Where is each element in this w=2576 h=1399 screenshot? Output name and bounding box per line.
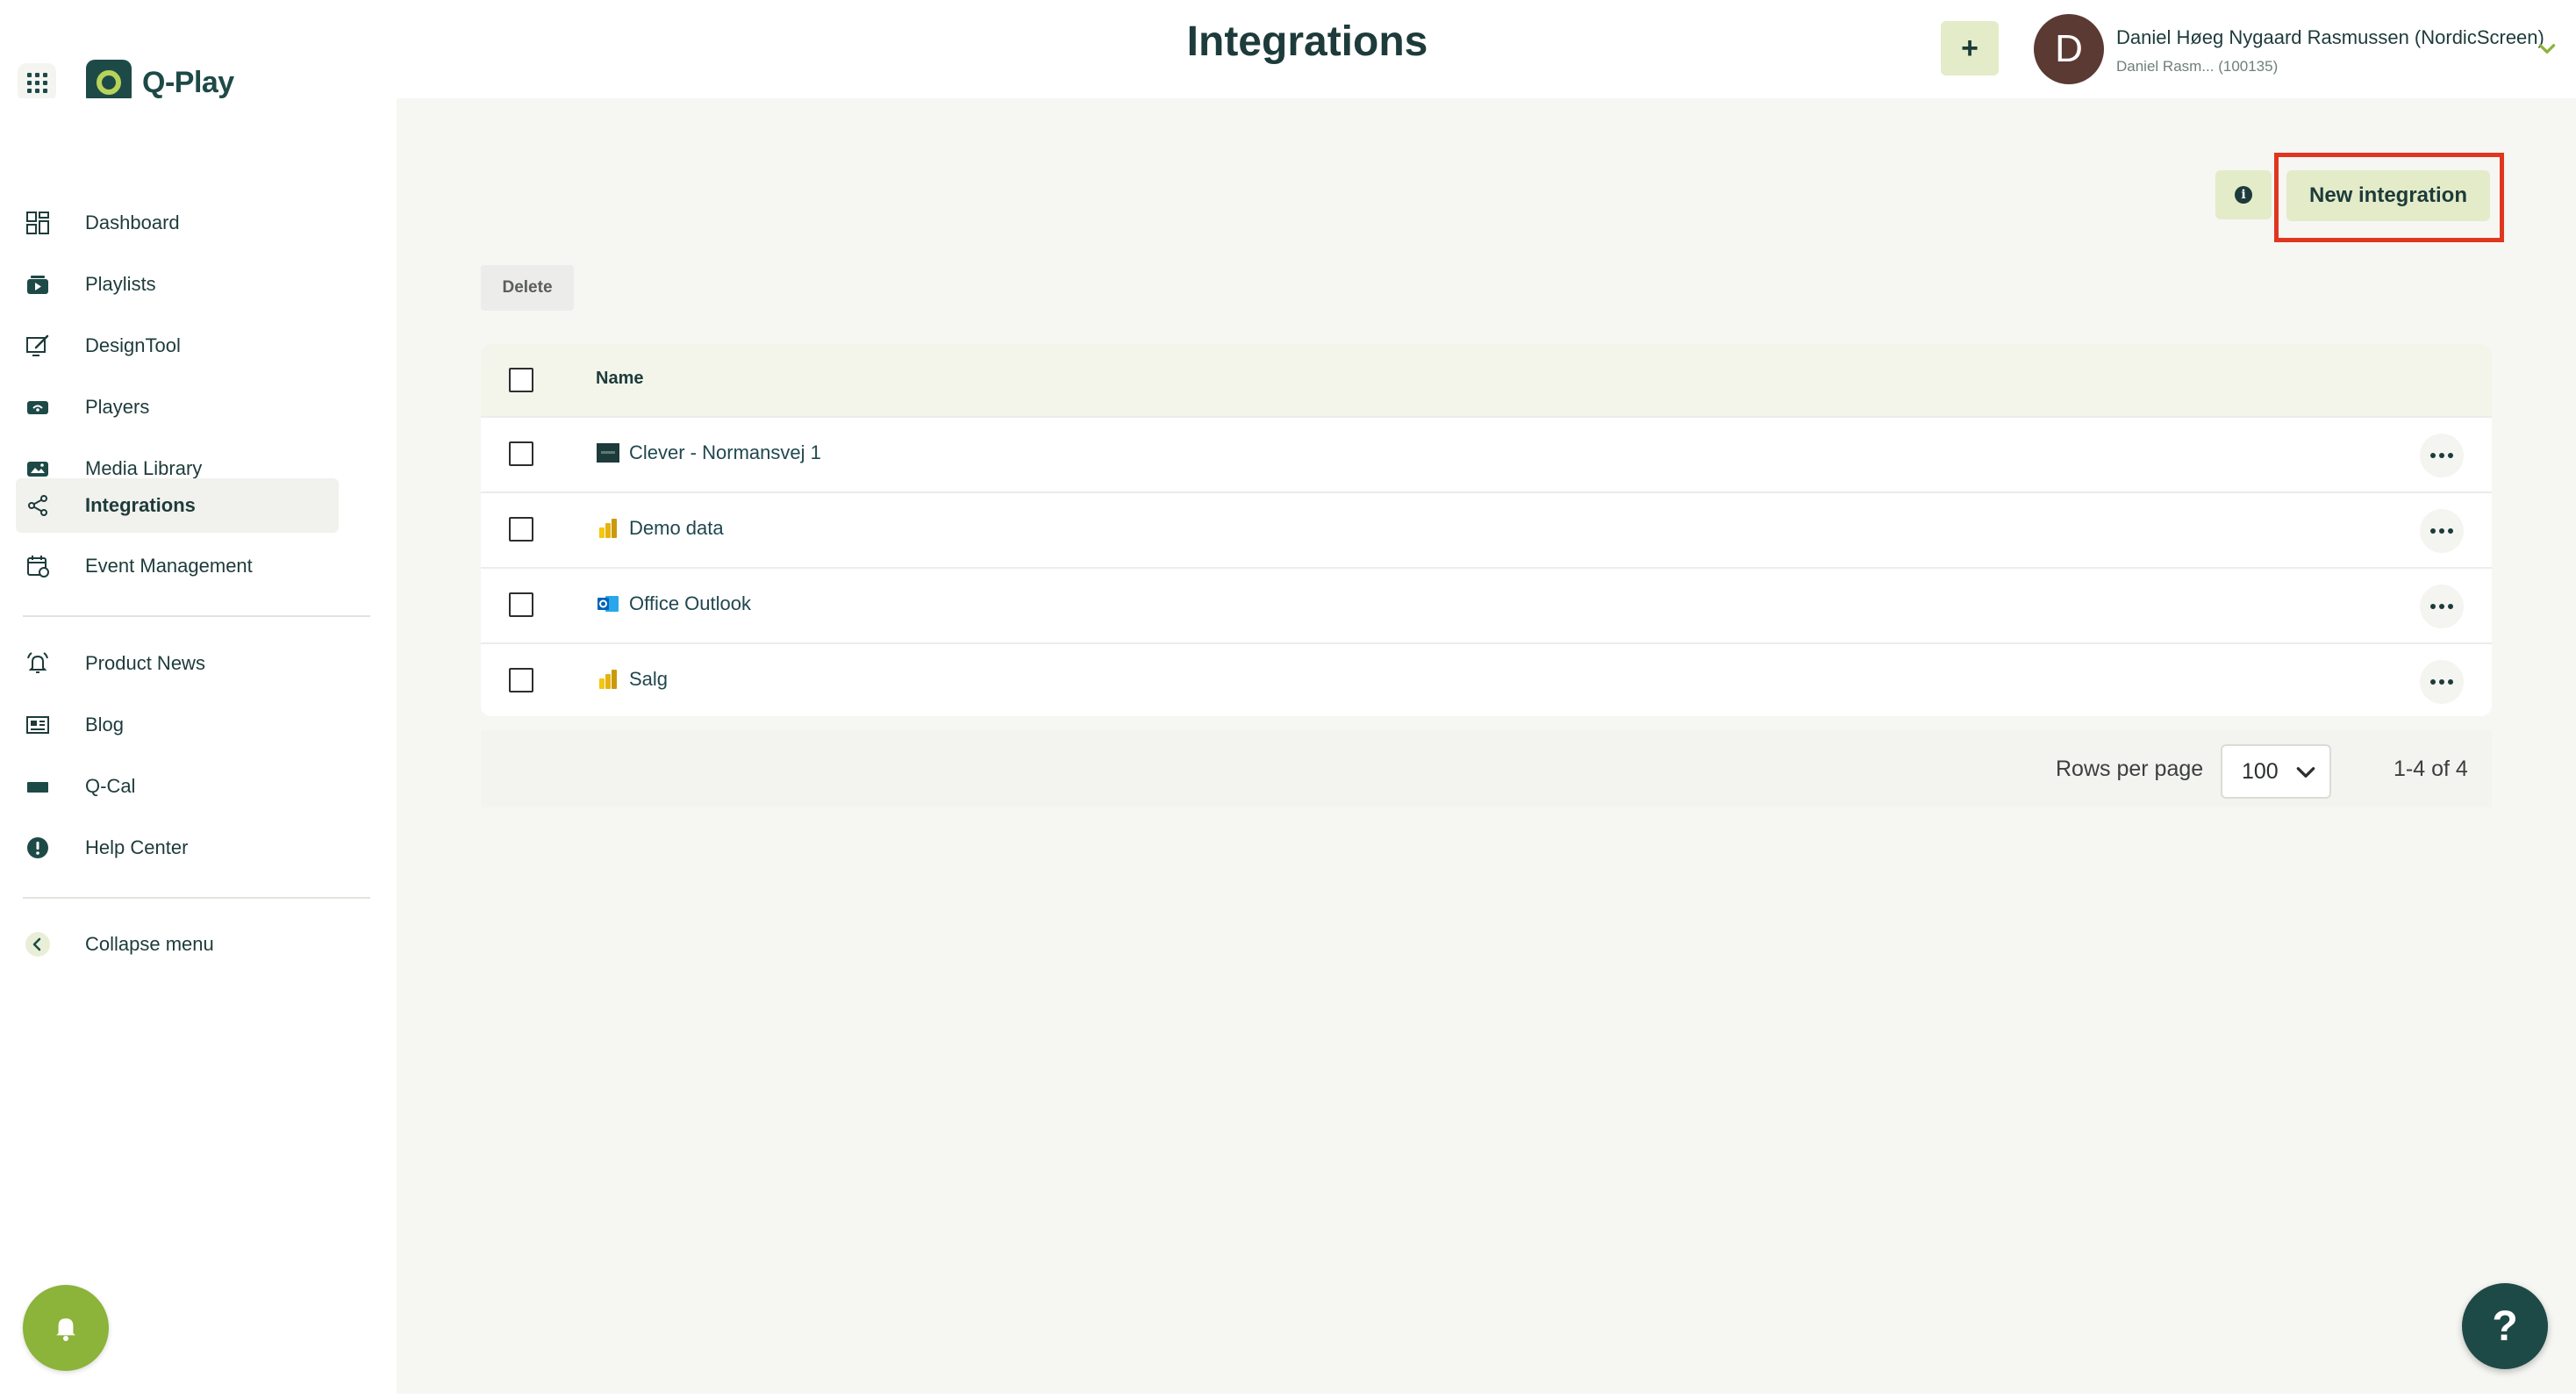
row-checkbox[interactable] (509, 592, 533, 617)
collapse-menu-button[interactable]: Collapse menu (16, 917, 339, 972)
outlook-icon (597, 596, 619, 612)
integrations-icon (28, 495, 47, 516)
sidebar-item-label: Product News (85, 652, 205, 674)
sidebar-item-blog[interactable]: Blog (16, 698, 339, 752)
more-options-icon[interactable] (2420, 585, 2464, 628)
sidebar-item-label: Media Library (85, 457, 203, 479)
row-checkbox[interactable] (509, 517, 533, 542)
more-options-icon[interactable] (2420, 660, 2464, 704)
info-button[interactable]: i (2215, 170, 2272, 219)
new-integration-button[interactable]: New integration (2286, 170, 2490, 221)
sidebar-item-event-management[interactable]: Event Management (16, 539, 339, 593)
sidebar-item-help-center[interactable]: Help Center (16, 821, 339, 875)
select-all-checkbox[interactable] (509, 368, 533, 392)
row-checkbox[interactable] (509, 668, 533, 692)
sidebar-item-label: Help Center (85, 836, 189, 858)
row-checkbox[interactable] (509, 441, 533, 466)
column-header-name[interactable]: Name (596, 369, 643, 389)
chevron-left-icon (25, 932, 50, 957)
table-row[interactable]: Clever - Normansvej 1 (481, 416, 2492, 491)
design-tool-icon (26, 334, 49, 356)
sidebar: Dashboard Playlists DesignTool Players M… (0, 98, 397, 1399)
sidebar-item-label: Playlists (85, 273, 156, 295)
delete-button[interactable]: Delete (481, 265, 574, 311)
sidebar-item-label: Event Management (85, 555, 253, 577)
row-name[interactable]: Office Outlook (629, 592, 751, 615)
sidebar-item-playlists[interactable]: Playlists (16, 257, 339, 312)
sidebar-divider (23, 615, 370, 617)
row-name[interactable]: Salg (629, 668, 668, 691)
playlist-icon (27, 276, 48, 294)
integrations-table: Name Clever - Normansvej 1 Demo data Off… (481, 344, 2492, 716)
clever-icon (597, 443, 619, 463)
add-button[interactable]: + (1941, 21, 1999, 75)
app-name: Q-Play (142, 65, 234, 99)
table-row[interactable]: Office Outlook (481, 567, 2492, 642)
rows-per-page-label: Rows per page (2056, 757, 2204, 781)
chevron-down-icon (2296, 767, 2315, 778)
sidebar-item-label: DesignTool (85, 334, 181, 356)
more-options-icon[interactable] (2420, 434, 2464, 477)
rows-per-page-select[interactable]: 100 (2221, 744, 2331, 799)
q-cal-icon (27, 782, 48, 793)
sidebar-item-label: Collapse menu (85, 933, 214, 955)
sidebar-item-product-news[interactable]: Product News (16, 636, 339, 691)
info-icon: i (2235, 186, 2252, 204)
table-row[interactable]: Salg (481, 642, 2492, 716)
sidebar-item-players[interactable]: Players (16, 380, 339, 434)
user-account: Daniel Rasm... (100135) (2116, 58, 2279, 75)
rows-per-page-value: 100 (2242, 759, 2279, 784)
grid-icon (26, 72, 47, 93)
chevron-down-icon[interactable] (2536, 37, 2558, 60)
newspaper-icon (26, 716, 49, 734)
player-icon (27, 401, 48, 414)
sidebar-item-label: Blog (85, 714, 125, 735)
dashboard-icon (26, 212, 49, 234)
bell-icon (56, 1318, 75, 1341)
page-title: Integrations (1186, 18, 1428, 65)
power-bi-icon (599, 519, 617, 538)
sidebar-item-integrations[interactable]: Integrations (16, 478, 339, 533)
pagination-range: 1-4 of 4 (2394, 757, 2468, 781)
table-row[interactable]: Demo data (481, 491, 2492, 567)
sidebar-item-label: Integrations (85, 494, 196, 516)
table-header: Name (481, 344, 2492, 416)
sidebar-item-q-cal[interactable]: Q-Cal (16, 759, 339, 814)
power-bi-icon (599, 670, 617, 689)
app-switcher-button[interactable] (18, 63, 56, 102)
calendar-icon (27, 556, 49, 578)
sidebar-divider (23, 897, 370, 899)
sidebar-item-designtool[interactable]: DesignTool (16, 319, 339, 373)
bell-ring-icon (27, 652, 48, 673)
help-button[interactable]: ? (2462, 1283, 2548, 1369)
sidebar-item-dashboard[interactable]: Dashboard (16, 196, 339, 250)
sidebar-item-label: Players (85, 396, 150, 418)
sidebar-item-label: Q-Cal (85, 775, 136, 797)
more-options-icon[interactable] (2420, 509, 2464, 553)
pagination-bar: Rows per page 100 1-4 of 4 (481, 730, 2492, 807)
row-name[interactable]: Demo data (629, 517, 724, 540)
top-bar: Q-Play Integrations + D Daniel Høeg Nyga… (0, 0, 2576, 105)
sidebar-item-label: Dashboard (85, 212, 180, 233)
avatar[interactable]: D (2034, 14, 2104, 84)
user-name[interactable]: Daniel Høeg Nygaard Rasmussen (NordicScr… (2116, 26, 2544, 49)
row-name[interactable]: Clever - Normansvej 1 (629, 441, 821, 464)
help-center-icon (27, 837, 48, 858)
notifications-button[interactable] (23, 1285, 109, 1371)
